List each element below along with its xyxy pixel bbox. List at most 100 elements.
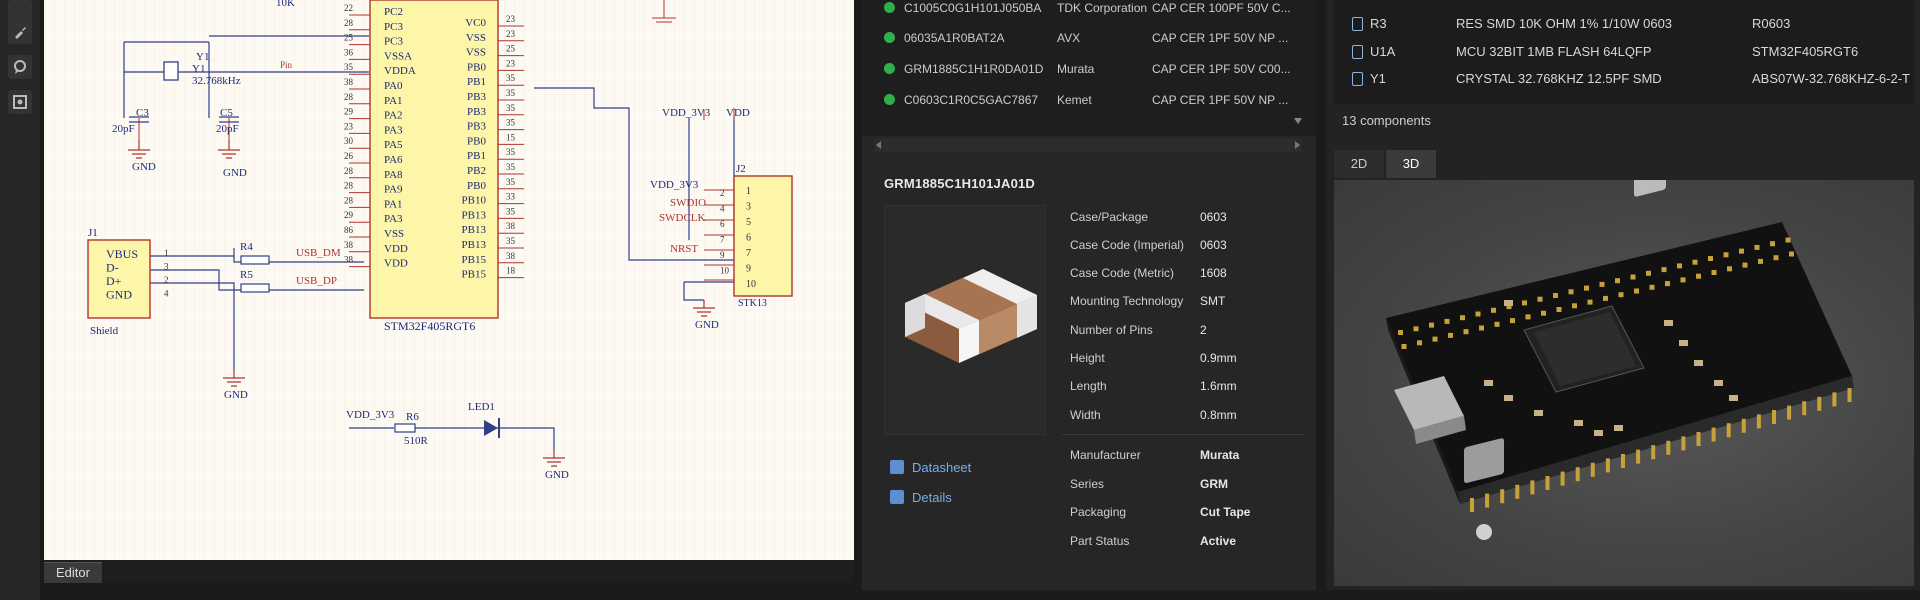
spec-value: 0.9mm bbox=[1200, 351, 1237, 365]
spec-label: Height bbox=[1070, 351, 1105, 365]
header-pin bbox=[1756, 414, 1761, 429]
spec-label: Width bbox=[1070, 408, 1101, 422]
editor-tab[interactable]: Editor bbox=[44, 562, 102, 583]
mcu-pin-number: 28 bbox=[344, 92, 354, 102]
header-pin bbox=[1742, 262, 1748, 268]
mcu-pin-label: VDDA bbox=[384, 65, 416, 77]
mcu-pin-label: PA6 bbox=[384, 154, 403, 166]
crystal-ref: Y1 bbox=[192, 63, 205, 75]
component-row[interactable]: Y1 CRYSTAL 32.768KHZ 12.5PF SMD ABS07W-3… bbox=[1334, 65, 1914, 93]
header-pin bbox=[1575, 467, 1580, 482]
status-dot bbox=[884, 32, 895, 43]
components-panel: R3 RES SMD 10K OHM 1% 1/10W 0603 R0603 U… bbox=[1326, 0, 1920, 590]
part-row[interactable]: GRM1885C1H1R0DA01D Murata CAP CER 1PF 50… bbox=[862, 54, 1302, 84]
part-row[interactable]: 06035A1R0BAT2A AVX CAP CER 1PF 50V NP ..… bbox=[862, 23, 1302, 53]
swd-pin-number: 9 bbox=[720, 250, 725, 260]
header-pin bbox=[1770, 241, 1775, 247]
header-pin bbox=[1545, 476, 1550, 490]
schematic-drawing: PC222PC328PC325VSSA36VDDA35PA038PA128PA2… bbox=[44, 0, 854, 560]
header-pin bbox=[1470, 498, 1474, 512]
mcu-pin-label: PA5 bbox=[384, 139, 403, 151]
header-pin bbox=[1475, 311, 1481, 317]
mcu-pin-label: PB1 bbox=[467, 76, 486, 88]
header-pin bbox=[1605, 458, 1610, 473]
header-pin bbox=[1444, 318, 1450, 324]
component-count: 13 components bbox=[1342, 113, 1431, 128]
datasheet-link[interactable]: Datasheet bbox=[890, 458, 971, 476]
usb-pin-number: 1 bbox=[164, 248, 169, 258]
image-tool-button[interactable] bbox=[8, 90, 32, 114]
component-icon bbox=[1352, 17, 1363, 31]
mcu-pin-number: 15 bbox=[506, 132, 516, 142]
usb-pin-label: D+ bbox=[106, 274, 122, 288]
details-link[interactable]: Details bbox=[890, 488, 952, 506]
mcu-pin-number: 28 bbox=[344, 181, 354, 191]
scroll-left-icon[interactable] bbox=[876, 141, 881, 149]
header-pin bbox=[1726, 423, 1731, 438]
spec-label: Case Code (Metric) bbox=[1070, 266, 1175, 280]
component-row[interactable]: U1A MCU 32BIT 1MB FLASH 64LQFP STM32F405… bbox=[1334, 38, 1914, 66]
spec-label: Series bbox=[1070, 477, 1105, 491]
spec-value: Cut Tape bbox=[1200, 505, 1251, 519]
header-pin bbox=[1500, 489, 1505, 504]
mcu-pin-label: PB0 bbox=[467, 180, 486, 192]
mcu-pin-label: PB0 bbox=[467, 61, 486, 73]
usb-pin-number: 4 bbox=[164, 289, 169, 299]
smd-component bbox=[1534, 410, 1543, 416]
header-pin bbox=[1525, 314, 1531, 320]
probe-tool-button[interactable] bbox=[8, 20, 32, 44]
header-pin bbox=[1832, 392, 1837, 407]
part-description: CAP CER 100PF 50V C... bbox=[1152, 1, 1291, 15]
scroll-right-icon[interactable] bbox=[1295, 141, 1300, 149]
header-pin bbox=[1723, 252, 1729, 258]
usb-pin-number: 3 bbox=[164, 262, 169, 272]
header-pin bbox=[1754, 244, 1760, 250]
part-manufacturer: Kemet bbox=[1057, 93, 1092, 107]
component-row[interactable]: R3 RES SMD 10K OHM 1% 1/10W 0603 R0603 bbox=[1334, 10, 1914, 38]
header-pin bbox=[1553, 293, 1558, 298]
part-manufacturer: TDK Corporation bbox=[1057, 1, 1148, 15]
capacitor-ref: C5 bbox=[220, 107, 233, 119]
header-pin bbox=[1432, 336, 1438, 342]
header-pin bbox=[1618, 292, 1624, 298]
header-pin bbox=[1615, 278, 1620, 284]
header-pin bbox=[1772, 410, 1776, 424]
header-pin bbox=[1448, 332, 1453, 338]
spec-value: 0.8mm bbox=[1200, 408, 1237, 422]
mcu-pin-label: PB3 bbox=[467, 106, 486, 118]
swd-pin-number: 7 bbox=[720, 235, 725, 245]
header-pin bbox=[1711, 427, 1716, 442]
comment-tool-button[interactable] bbox=[8, 55, 32, 79]
mcu-pin-number: 35 bbox=[506, 236, 516, 246]
mcu-pin-label: PA8 bbox=[384, 169, 403, 181]
header-pin bbox=[1646, 270, 1651, 276]
mcu-pin-label: PB15 bbox=[462, 269, 487, 281]
net-label: SWDIO bbox=[670, 197, 706, 209]
smd-component bbox=[1679, 340, 1688, 346]
smd-component bbox=[1729, 395, 1738, 401]
mcu-pin-label: PA1 bbox=[384, 198, 403, 210]
header-pin bbox=[1758, 258, 1763, 264]
mcu-pin-label: PB3 bbox=[467, 91, 486, 103]
header-pin bbox=[1522, 300, 1527, 306]
3d-viewport[interactable] bbox=[1334, 180, 1914, 586]
part-row[interactable]: C1005C0G1H101J050BA TDK Corporation CAP … bbox=[862, 0, 1302, 23]
header-pin bbox=[1636, 449, 1641, 464]
tab-2d[interactable]: 2D bbox=[1334, 150, 1384, 178]
scroll-down-icon[interactable] bbox=[1294, 118, 1302, 124]
mcu-pin-number: 86 bbox=[344, 225, 354, 235]
spec-label: Number of Pins bbox=[1070, 323, 1153, 337]
part-mpn: C0603C1R0C5GAC7867 bbox=[904, 93, 1039, 107]
header-pin bbox=[1696, 432, 1701, 446]
usb-pin-number: 2 bbox=[164, 275, 169, 285]
horizontal-scrollbar[interactable] bbox=[874, 138, 1302, 152]
tab-3d[interactable]: 3D bbox=[1386, 150, 1436, 178]
mcu-pin-label: PA3 bbox=[384, 124, 403, 136]
schematic-canvas[interactable]: PC2 22 PC3 28 PC3 25 VSSA 36 VDDA 35 PA0 38 PA1 28 PA2… bbox=[44, 0, 854, 560]
spec-value: 0603 bbox=[1200, 238, 1227, 252]
header-pin bbox=[1572, 303, 1577, 309]
header-pin bbox=[1541, 310, 1546, 316]
component-description: RES SMD 10K OHM 1% 1/10W 0603 bbox=[1456, 16, 1673, 31]
part-row[interactable]: C0603C1R0C5GAC7867 Kemet CAP CER 1PF 50V… bbox=[862, 85, 1302, 115]
mcu-pin-label: PC2 bbox=[384, 6, 403, 18]
